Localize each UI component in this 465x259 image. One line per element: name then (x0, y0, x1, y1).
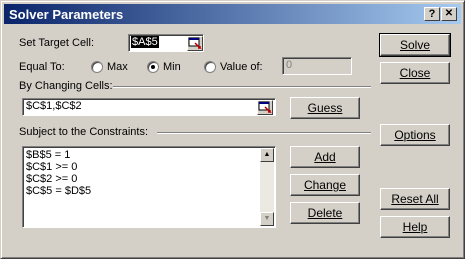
help-icon[interactable]: ? (424, 7, 440, 21)
close-icon[interactable]: ✕ (441, 7, 457, 21)
collapse-dialog-icon[interactable] (187, 36, 203, 51)
solver-parameters-dialog: Solver Parameters ? ✕ Set Target Cell: $… (0, 0, 465, 259)
constraints-scrollbar[interactable]: ▲ ▼ (260, 148, 274, 226)
list-item[interactable]: $C$2 >= 0 (23, 173, 275, 185)
options-button[interactable]: Options (380, 124, 450, 146)
group-divider (113, 86, 371, 87)
window-title: Solver Parameters (9, 7, 124, 22)
close-button[interactable]: Close (380, 62, 450, 84)
radio-min[interactable] (147, 61, 159, 73)
title-bar[interactable]: Solver Parameters ? ✕ (4, 4, 461, 24)
radio-max[interactable] (91, 61, 103, 73)
delete-button[interactable]: Delete (290, 202, 360, 224)
value-of-input[interactable]: 0 (282, 57, 352, 75)
changing-cells-label: By Changing Cells: (19, 80, 113, 92)
scroll-down-icon[interactable]: ▼ (260, 212, 274, 226)
solve-button[interactable]: Solve (379, 33, 451, 57)
radio-min-label: Min (163, 61, 181, 73)
target-cell-label: Set Target Cell: (19, 37, 95, 49)
changing-cells-input[interactable]: $C$1,$C$2 (22, 98, 276, 116)
radio-max-label: Max (107, 61, 128, 73)
list-item[interactable]: $C$5 = $D$5 (23, 185, 275, 197)
help-button[interactable]: Help (380, 216, 450, 238)
list-item[interactable]: $B$5 = 1 (23, 149, 275, 161)
equal-to-label: Equal To: (19, 61, 65, 73)
constraints-list[interactable]: $B$5 = 1 $C$1 >= 0 $C$2 >= 0 $C$5 = $D$5… (22, 146, 276, 228)
scroll-up-icon[interactable]: ▲ (260, 148, 274, 162)
add-button[interactable]: Add (290, 146, 360, 168)
collapse-dialog-icon[interactable] (257, 100, 273, 115)
reset-all-button[interactable]: Reset All (380, 188, 450, 210)
radio-value-of[interactable] (204, 61, 216, 73)
target-cell-value: $A$5 (131, 36, 159, 48)
constraints-label: Subject to the Constraints: (19, 126, 149, 138)
list-item[interactable]: $C$1 >= 0 (23, 161, 275, 173)
guess-button[interactable]: Guess (290, 97, 360, 119)
radio-value-of-label: Value of: (220, 61, 263, 73)
change-button[interactable]: Change (290, 174, 360, 196)
group-divider (157, 132, 371, 133)
